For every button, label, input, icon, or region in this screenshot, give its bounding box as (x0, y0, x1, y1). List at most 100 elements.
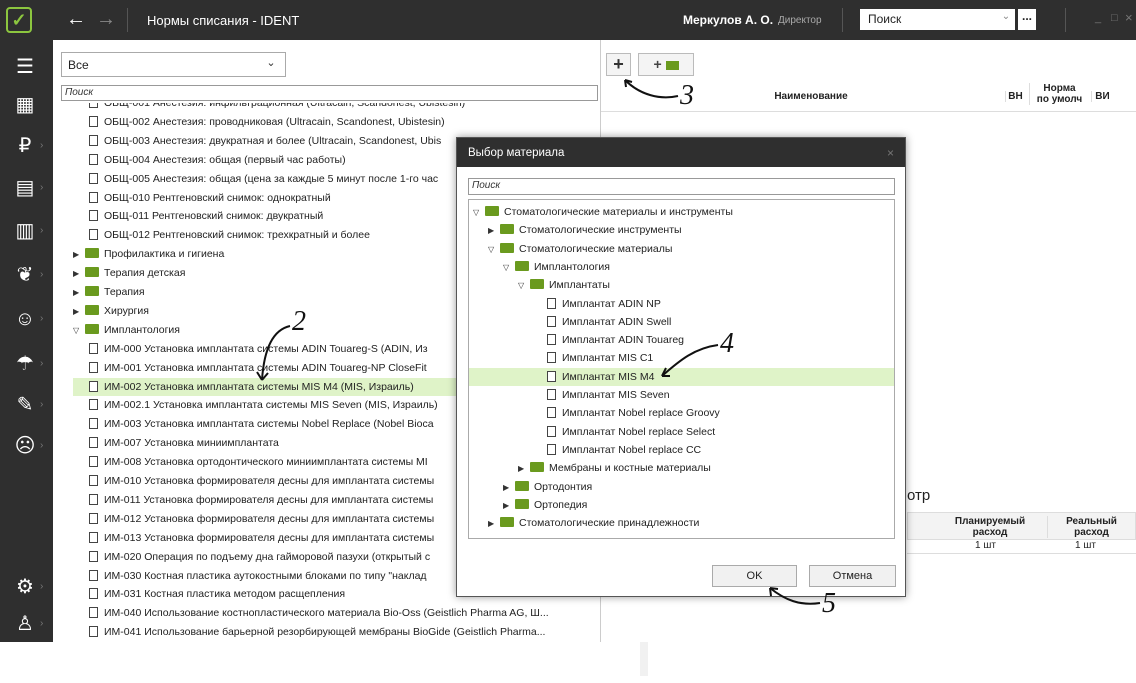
collapsed-arrow-icon[interactable]: ▶ (73, 303, 85, 320)
collapsed-arrow-icon[interactable]: ▶ (518, 460, 530, 478)
close-icon[interactable]: × (887, 146, 894, 160)
column-planned[interactable]: Планируемый расход (947, 516, 1033, 538)
add-folder-button[interactable]: + (638, 53, 694, 76)
payment-icon[interactable]: ₽ (12, 133, 38, 159)
material-tree-row[interactable]: Имплантат Nobel replace CC (469, 441, 701, 459)
column-planned-line2: расход (972, 527, 1008, 538)
minimize-button[interactable]: _ (1095, 12, 1101, 24)
column-real[interactable]: Реальный расход (1047, 516, 1135, 538)
user-name[interactable]: Меркулов А. О. (683, 13, 773, 27)
material-tree-row[interactable]: ▽ Имплантаты (469, 276, 610, 294)
document-icon (89, 103, 98, 108)
settings-icon[interactable]: ⚙ (12, 574, 38, 600)
chevron-down-icon[interactable]: ⌄ (261, 56, 281, 69)
folder-icon (530, 462, 544, 473)
expanded-arrow-icon[interactable]: ▽ (518, 277, 530, 295)
material-tree-row[interactable]: ▶ Стоматологические принадлежности (469, 514, 699, 532)
expanded-arrow-icon[interactable]: ▽ (473, 204, 485, 222)
collapsed-arrow-icon[interactable]: ▶ (503, 497, 515, 515)
syringe-icon[interactable]: ✎ (12, 392, 38, 418)
materials-table-header: Наименование ВН Норма по умолч ВИ (601, 82, 1136, 112)
report-icon[interactable]: ▥ (12, 218, 38, 244)
chevron-right-icon: › (40, 140, 44, 151)
chevron-right-icon: › (40, 313, 44, 324)
collapsed-arrow-icon[interactable]: ▶ (503, 479, 515, 497)
tree-row-label: Имплантология (104, 323, 180, 336)
column-real-line1: Реальный (1066, 516, 1117, 527)
calendar-icon[interactable]: ▦ (12, 92, 38, 118)
chevron-down-icon[interactable]: ⌄ (995, 11, 1017, 29)
material-tree-row[interactable]: ▽ Стоматологические материалы и инструмен… (469, 203, 733, 221)
material-tree-row-label: Стоматологические материалы (519, 242, 673, 255)
document-icon (89, 512, 98, 524)
forward-arrow-icon[interactable]: → (96, 8, 116, 31)
column-norm[interactable]: Норма по умолч (1029, 83, 1089, 105)
expanded-arrow-icon[interactable]: ▽ (73, 322, 85, 339)
folder-icon (515, 260, 529, 271)
material-tree-row[interactable]: ▶ Ортопедия (469, 496, 587, 514)
global-search-input[interactable]: Поиск (860, 9, 1015, 30)
document-icon (547, 389, 556, 400)
filter-select[interactable]: Все (61, 52, 286, 77)
document-icon (89, 210, 98, 222)
material-tree-row[interactable]: Имплантат MIS Seven (469, 386, 670, 404)
material-tree-row[interactable]: ▽ Имплантология (469, 258, 610, 276)
cancel-button[interactable]: Отмена (809, 565, 896, 587)
tree-row[interactable]: ИМ-041 Использование барьерной резорбиру… (73, 623, 593, 641)
document-icon (89, 229, 98, 241)
collapsed-arrow-icon[interactable]: ▶ (488, 515, 500, 533)
material-tree-row[interactable]: Имплантат MIS M4 (469, 367, 894, 386)
column-vi[interactable]: ВИ (1091, 91, 1113, 102)
tree-search-input[interactable]: Поиск (61, 85, 598, 101)
contacts-card-icon[interactable]: ☰ (12, 54, 38, 80)
app-logo-icon[interactable]: ✓ (6, 7, 32, 33)
staff-icon[interactable]: ☺ (12, 306, 38, 332)
tree-row-label: Терапия детская (104, 267, 186, 280)
material-tree-row[interactable]: Имплантат MIS C1 (469, 349, 653, 367)
tree-row-label: ОБЩ-010 Рентгеновский снимок: однократны… (104, 191, 331, 204)
material-tree-row[interactable]: Имплантат Nobel replace Groovy (469, 404, 720, 422)
material-tree-row[interactable]: ▶ Стоматологические инструменты (469, 221, 682, 239)
bottom-table-row[interactable]: 1 шт 1 шт (907, 540, 1136, 554)
search-more-button[interactable]: ... (1018, 9, 1036, 30)
folder-icon (665, 61, 679, 70)
collapsed-arrow-icon[interactable]: ▶ (488, 222, 500, 240)
add-button[interactable]: + (606, 53, 631, 76)
user-icon[interactable]: ♙ (12, 611, 38, 637)
back-arrow-icon[interactable]: ← (66, 8, 86, 31)
collapsed-arrow-icon[interactable]: ▶ (73, 284, 85, 301)
document-icon (547, 352, 556, 364)
column-vn[interactable]: ВН (1005, 91, 1025, 102)
material-tree-row[interactable]: ▽ Стоматологические материалы (469, 240, 672, 258)
material-search-input[interactable]: Поиск (468, 178, 895, 195)
material-tree-row-label: Имплантаты (549, 279, 610, 292)
close-window-button[interactable]: × (1125, 10, 1133, 25)
material-tree-row[interactable]: Имплантат ADIN Swell (469, 313, 671, 331)
umbrella-icon[interactable]: ☂ (12, 351, 38, 377)
tree-row[interactable]: ИМ-040 Использование костнопластического… (73, 604, 593, 622)
column-name[interactable]: Наименование (741, 91, 881, 102)
tree-row[interactable]: ОБЩ-001 Анестезия: инфильтрационная (Ult… (73, 103, 593, 112)
material-tree-row[interactable]: Имплантат ADIN NP (469, 295, 661, 313)
expanded-arrow-icon[interactable]: ▽ (503, 259, 515, 277)
material-tree-row[interactable]: ▶ Ортодонтия (469, 478, 592, 496)
document-icon (547, 334, 556, 346)
document-icon (547, 297, 556, 309)
material-tree-row[interactable]: Имплантат ADIN Touareg (469, 331, 684, 349)
expanded-arrow-icon[interactable]: ▽ (488, 241, 500, 259)
cash-register-icon[interactable]: ▤ (12, 175, 38, 201)
person-p-icon[interactable]: ☹ (12, 433, 38, 459)
document-icon (547, 407, 556, 419)
maximize-button[interactable]: □ (1111, 12, 1118, 24)
ok-button[interactable]: OK (712, 565, 797, 587)
plus-icon: + (653, 56, 662, 72)
collapsed-arrow-icon[interactable]: ▶ (73, 265, 85, 282)
folder-icon (85, 267, 99, 278)
material-tree-row[interactable]: Имплантат Nobel replace Select (469, 423, 715, 441)
tooth-icon[interactable]: ❦ (12, 262, 38, 288)
collapsed-arrow-icon[interactable]: ▶ (73, 246, 85, 263)
material-tree-row[interactable]: ▶ Мембраны и костные материалы (469, 459, 711, 477)
document-icon (89, 626, 98, 638)
chevron-right-icon: › (40, 581, 44, 592)
tree-row[interactable]: ОБЩ-002 Анестезия: проводниковая (Ultrac… (73, 113, 593, 131)
